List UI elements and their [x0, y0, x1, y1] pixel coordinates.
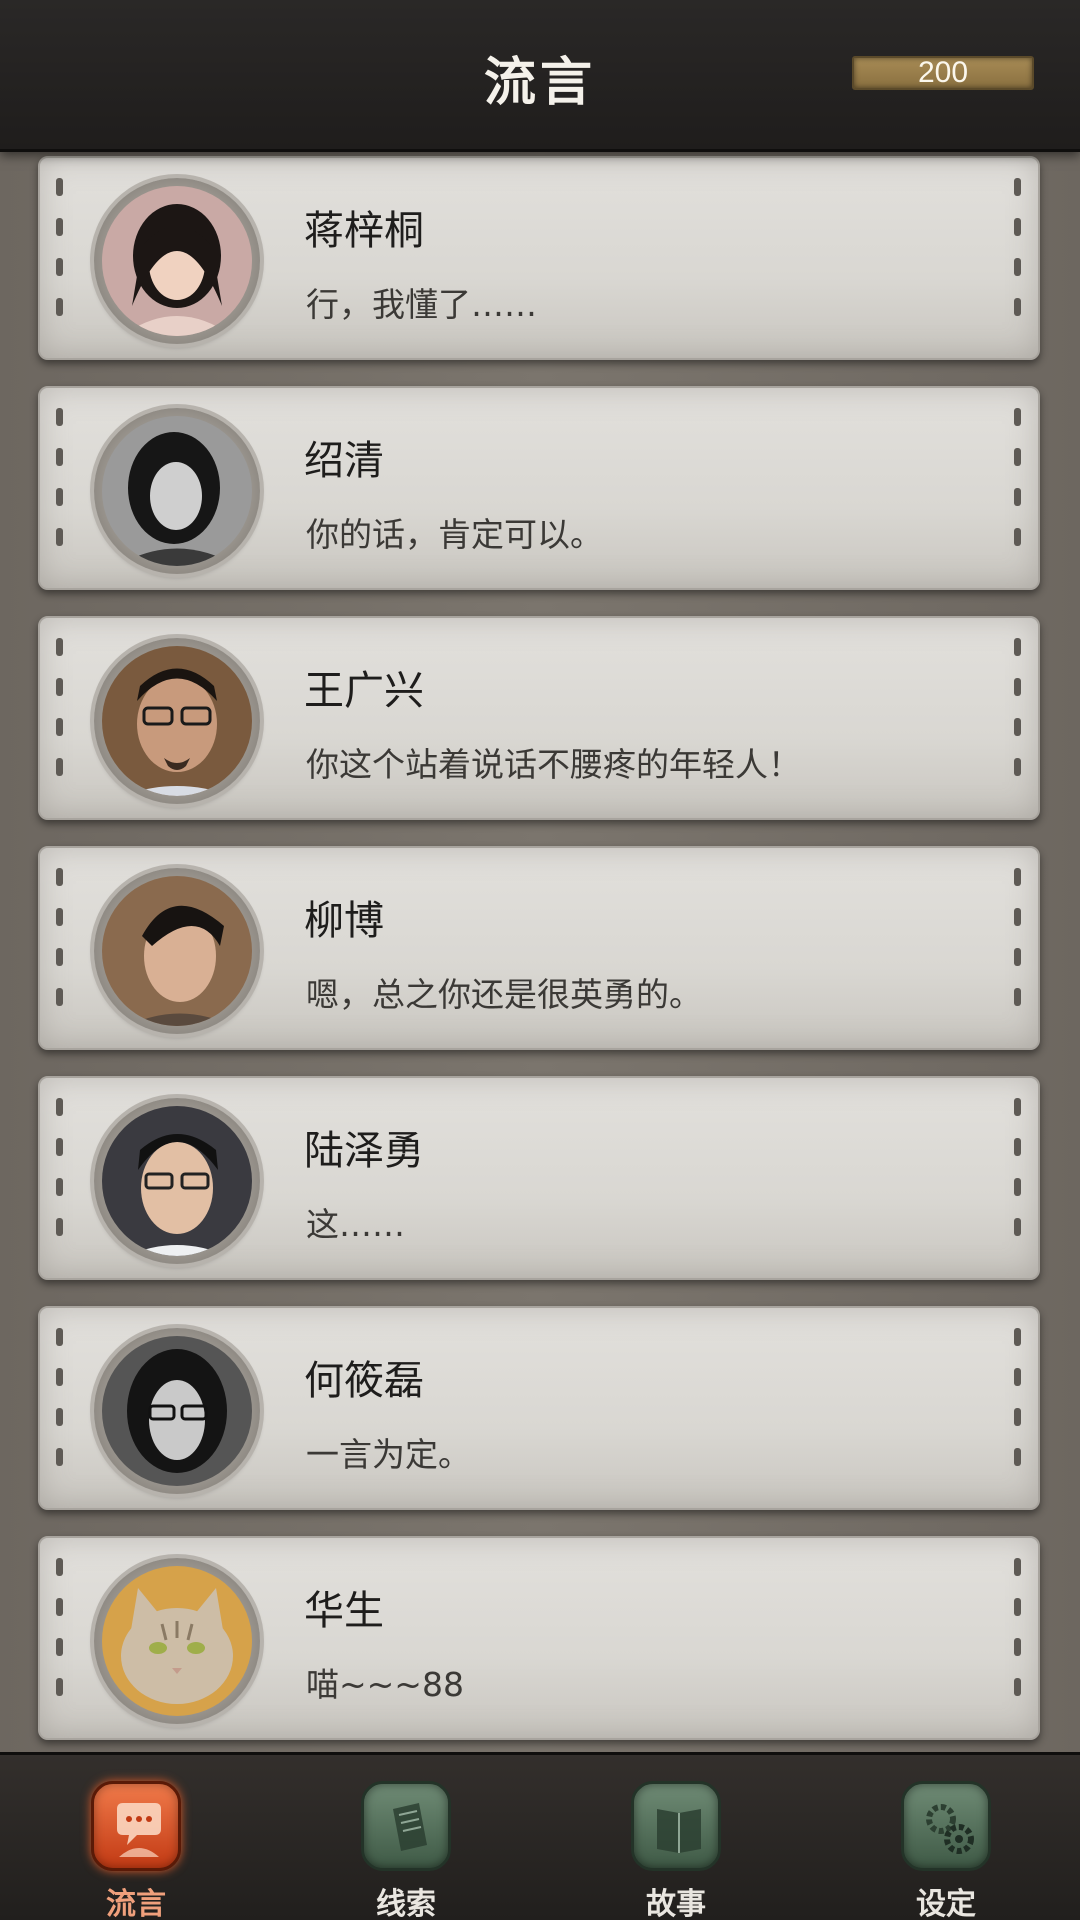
contact-last-message: 喵~~~88 — [306, 1665, 464, 1704]
contact-last-message: 你的话，肯定可以。 — [306, 515, 603, 554]
contact-name: 华生 — [304, 1588, 384, 1634]
binder-holes-right — [1014, 1328, 1022, 1492]
binder-holes-left — [56, 1098, 64, 1262]
chat-bubble-icon — [91, 1781, 181, 1871]
contact-last-message: 一言为定。 — [306, 1435, 471, 1474]
currency-counter: 200 — [852, 56, 1034, 90]
tab-stories[interactable]: 故事 — [586, 1755, 766, 1920]
man-glasses-goatee-avatar — [102, 646, 252, 796]
contact-card[interactable]: 柳博 嗯，总之你还是很英勇的。 — [38, 846, 1040, 1050]
top-bar: 流言 200 — [0, 0, 1080, 152]
avatar-frame — [94, 178, 260, 344]
contact-last-message: 这…… — [306, 1205, 405, 1244]
avatar-frame — [94, 638, 260, 804]
binder-holes-left — [56, 638, 64, 802]
contact-name: 陆泽勇 — [304, 1128, 424, 1174]
tabby-cat-avatar — [102, 1566, 252, 1716]
avatar-frame — [94, 868, 260, 1034]
man-long-hair-glasses-avatar — [102, 1336, 252, 1486]
contact-last-message: 嗯，总之你还是很英勇的。 — [306, 975, 702, 1014]
contact-name: 柳博 — [304, 898, 384, 944]
avatar-frame — [94, 408, 260, 574]
tab-rumors[interactable]: 流言 — [46, 1755, 226, 1920]
contact-name: 绍清 — [304, 438, 384, 484]
woman-black-white-avatar — [102, 416, 252, 566]
binder-holes-left — [56, 868, 64, 1032]
contact-name: 何筱磊 — [304, 1358, 424, 1404]
tab-settings[interactable]: 设定 — [856, 1755, 1036, 1920]
binder-holes-left — [56, 178, 64, 342]
tab-label: 线索 — [376, 1887, 436, 1920]
binder-holes-right — [1014, 178, 1022, 342]
contact-name: 王广兴 — [304, 668, 424, 714]
binder-holes-left — [56, 1328, 64, 1492]
tab-clues[interactable]: 线索 — [316, 1755, 496, 1920]
contact-card[interactable]: 王广兴 你这个站着说话不腰疼的年轻人！ — [38, 616, 1040, 820]
contact-name: 蒋梓桐 — [304, 208, 424, 254]
binder-holes-right — [1014, 408, 1022, 572]
tab-label: 故事 — [646, 1887, 706, 1920]
binder-holes-right — [1014, 638, 1022, 802]
man-glasses-avatar — [102, 1106, 252, 1256]
contact-list[interactable]: 蒋梓桐 行，我懂了…… 绍清 你的话，肯定可以。 王广兴 你这个站着说话不腰疼的… — [0, 152, 1080, 1752]
binder-holes-right — [1014, 868, 1022, 1032]
book-icon — [631, 1781, 721, 1871]
tab-label: 设定 — [916, 1887, 976, 1920]
documents-icon — [361, 1781, 451, 1871]
contact-last-message: 你这个站着说话不腰疼的年轻人！ — [306, 745, 801, 784]
contact-card[interactable]: 陆泽勇 这…… — [38, 1076, 1040, 1280]
tab-label: 流言 — [106, 1887, 166, 1920]
contact-card[interactable]: 蒋梓桐 行，我懂了…… — [38, 156, 1040, 360]
binder-holes-left — [56, 408, 64, 572]
woman-long-dark-hair-avatar — [102, 186, 252, 336]
binder-holes-right — [1014, 1098, 1022, 1262]
binder-holes-right — [1014, 1558, 1022, 1722]
avatar-frame — [94, 1328, 260, 1494]
bottom-tab-bar: 流言 线索 故事 设定 — [0, 1752, 1080, 1920]
man-slicked-hair-avatar — [102, 876, 252, 1026]
contact-card[interactable]: 绍清 你的话，肯定可以。 — [38, 386, 1040, 590]
contact-last-message: 行，我懂了…… — [306, 285, 537, 324]
avatar-frame — [94, 1558, 260, 1724]
gears-icon — [901, 1781, 991, 1871]
binder-holes-left — [56, 1558, 64, 1722]
contact-card[interactable]: 华生 喵~~~88 — [38, 1536, 1040, 1740]
avatar-frame — [94, 1098, 260, 1264]
contact-card[interactable]: 何筱磊 一言为定。 — [38, 1306, 1040, 1510]
